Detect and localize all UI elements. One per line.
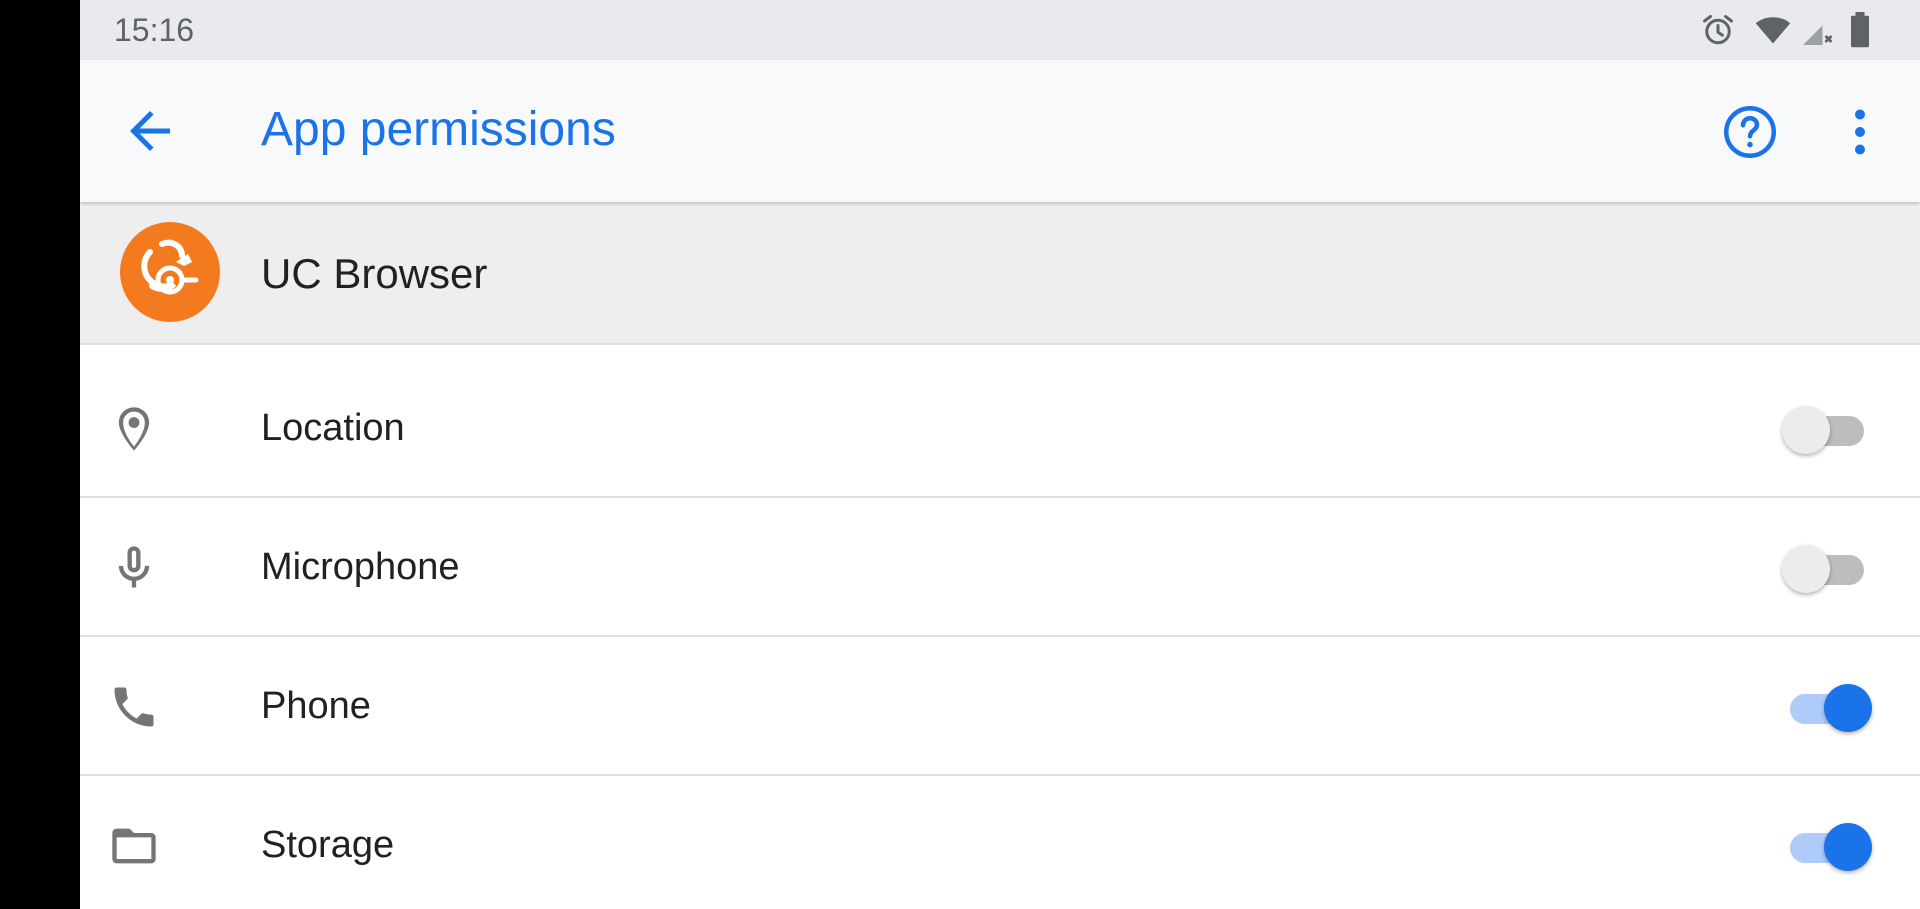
cell-signal-icon	[1803, 15, 1833, 45]
app-header: UC Browser	[80, 202, 1920, 345]
location-toggle[interactable]	[1782, 406, 1868, 454]
toggle-thumb	[1782, 545, 1830, 593]
page-title: App permissions	[261, 103, 616, 156]
status-time: 15:16	[114, 12, 195, 48]
more-options-button[interactable]	[1840, 102, 1880, 162]
status-bar: 15:16	[80, 0, 1920, 60]
more-vert-icon	[1855, 109, 1865, 155]
divider	[80, 345, 1920, 360]
permission-row-location[interactable]: Location	[80, 359, 1920, 498]
app-name: UC Browser	[261, 250, 488, 297]
squirrel-logo-icon	[141, 239, 199, 295]
permission-row-microphone[interactable]: Microphone	[80, 498, 1920, 637]
alarm-icon	[1703, 15, 1733, 45]
android-screen: 15:16 App permissions UC Browser Locatio…	[80, 0, 1920, 909]
phone-toggle[interactable]	[1784, 684, 1872, 732]
back-button[interactable]	[120, 101, 180, 161]
permission-row-storage[interactable]: Storage	[80, 776, 1920, 909]
location-pin-icon	[118, 407, 150, 451]
phone-icon	[114, 687, 154, 727]
help-circle-icon	[1724, 106, 1776, 158]
microphone-icon	[118, 546, 150, 588]
folder-icon	[112, 828, 156, 864]
permission-label: Microphone	[261, 546, 460, 588]
permission-row-phone[interactable]: Phone	[80, 637, 1920, 776]
left-black-bar	[0, 0, 80, 909]
help-button[interactable]	[1720, 102, 1780, 162]
uc-browser-app-icon	[120, 222, 220, 322]
app-bar: App permissions	[80, 60, 1920, 202]
toggle-thumb	[1824, 823, 1872, 871]
arrow-back-icon	[130, 111, 170, 151]
storage-toggle[interactable]	[1784, 823, 1872, 871]
toggle-thumb	[1824, 684, 1872, 732]
wifi-icon	[1755, 17, 1791, 44]
permission-label: Location	[261, 407, 405, 449]
permission-label: Storage	[261, 824, 395, 866]
battery-icon	[1851, 12, 1869, 48]
permission-list: Location Microphone Phone Storage	[80, 359, 1920, 909]
toggle-thumb	[1782, 406, 1830, 454]
permission-label: Phone	[261, 685, 371, 727]
status-icons	[1700, 12, 1920, 48]
microphone-toggle[interactable]	[1782, 545, 1868, 593]
